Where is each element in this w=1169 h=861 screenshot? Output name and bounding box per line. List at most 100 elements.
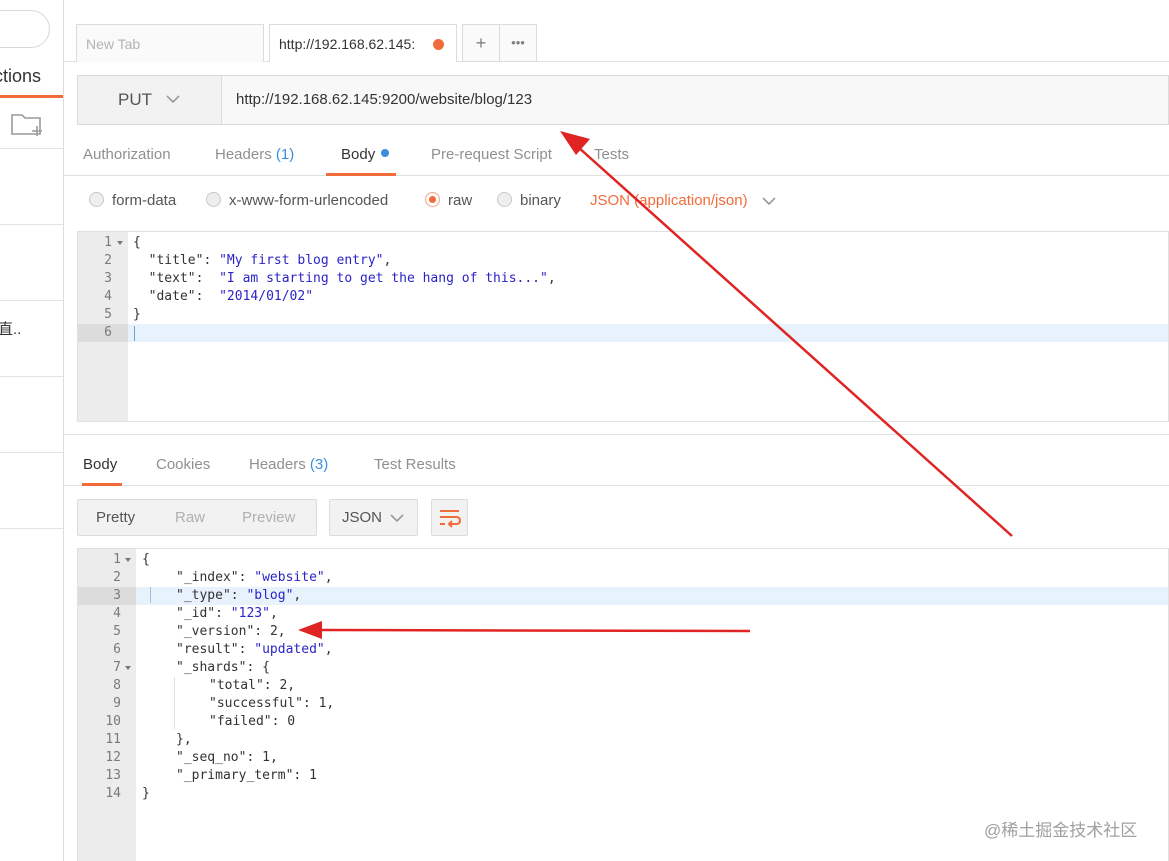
line-number: 6: [113, 642, 121, 657]
tab-pre-request-script[interactable]: Pre-request Script: [431, 146, 552, 163]
tab-body[interactable]: Body: [341, 146, 390, 163]
active-tab-underline: [326, 173, 396, 176]
method-select[interactable]: PUT: [78, 76, 222, 124]
code-line: }: [142, 786, 150, 801]
content-type-select[interactable]: JSON (application/json): [590, 192, 748, 209]
code-line: "_primary_term": 1: [176, 768, 317, 783]
view-preview-button[interactable]: Preview: [242, 509, 295, 526]
tab-response-headers[interactable]: Headers (3): [249, 456, 328, 473]
radio-urlencoded[interactable]: x-www-form-urlencoded: [206, 192, 388, 209]
radio-label: form-data: [112, 192, 177, 209]
body-indicator-dot-icon: [381, 149, 390, 157]
fold-arrow-icon[interactable]: [117, 241, 123, 245]
line-number: 1: [104, 235, 112, 250]
chevron-down-icon[interactable]: [762, 194, 776, 208]
radio-binary[interactable]: binary: [497, 192, 561, 209]
radio-circle-icon: [206, 192, 221, 207]
more-tabs-button[interactable]: •••: [499, 24, 537, 62]
chevron-down-icon: [390, 514, 404, 523]
code-line: "title": "My first blog entry",: [133, 253, 392, 268]
tab-body-label: Body: [341, 146, 376, 163]
view-raw-button[interactable]: Raw: [175, 509, 205, 526]
sidebar-divider: [0, 148, 63, 149]
line-number: 10: [105, 714, 121, 729]
code-line: {: [142, 552, 150, 567]
tab-headers-label: Headers: [215, 146, 272, 163]
code-line: }: [133, 307, 141, 322]
url-input[interactable]: http://192.168.62.145:9200/website/blog/…: [236, 91, 532, 108]
line-number: 2: [104, 253, 112, 268]
line-number: 5: [113, 624, 121, 639]
line-number: 11: [105, 732, 121, 747]
sidebar-divider: [0, 300, 63, 301]
code-line: "result": "updated",: [176, 642, 333, 657]
line-number: 13: [105, 768, 121, 783]
tab-test-results[interactable]: Test Results: [374, 456, 456, 473]
tab-label: http://192.168.62.145:: [279, 36, 416, 52]
response-body-viewer[interactable]: 1 2 3 4 5 6 7 8 9 10 11 12 13 14 { "_ind…: [77, 548, 1169, 861]
code-line: "_type": "blog",: [176, 588, 302, 603]
response-format-select[interactable]: JSON: [329, 499, 418, 536]
watermark: @稀土掘金技术社区: [984, 821, 1138, 840]
line-number: 12: [105, 750, 121, 765]
format-label: JSON: [342, 509, 383, 526]
response-tabs: Body Cookies Headers (3) Test Results: [64, 450, 1169, 486]
tab-response-cookies[interactable]: Cookies: [156, 456, 210, 473]
sidebar-search-input[interactable]: [0, 10, 50, 48]
body-type-options: form-data x-www-form-urlencoded raw bina…: [64, 188, 1169, 218]
radio-form-data[interactable]: form-data: [89, 192, 176, 209]
indent-guide: [150, 587, 151, 603]
radio-raw[interactable]: raw: [425, 192, 472, 209]
code-line: "_seq_no": 1,: [176, 750, 278, 765]
line-number: 7: [113, 660, 121, 675]
sidebar-title-underline: [0, 95, 63, 98]
wrap-lines-icon: [440, 510, 462, 528]
radio-label: binary: [520, 192, 561, 209]
code-line: {: [133, 235, 141, 250]
code-line: "_id": "123",: [176, 606, 278, 621]
sidebar-divider: [0, 528, 63, 529]
line-number: 1: [113, 552, 121, 567]
sidebar-divider: [0, 224, 63, 225]
view-pretty-button[interactable]: Pretty: [96, 509, 135, 526]
tab-active-request[interactable]: http://192.168.62.145:: [269, 24, 457, 62]
line-number: 14: [105, 786, 121, 801]
tab-response-body[interactable]: Body: [83, 456, 117, 473]
text-cursor: [134, 326, 135, 341]
request-body-editor[interactable]: 1 2 3 4 5 6 { "title": "My first blog en…: [77, 231, 1169, 422]
indent-guide: [174, 677, 175, 729]
radio-circle-icon: [89, 192, 104, 207]
request-tabs: Authorization Headers (1) Body Pre-reque…: [64, 140, 1169, 176]
radio-circle-icon: [497, 192, 512, 207]
radio-label: raw: [448, 192, 473, 209]
active-line-highlight: [128, 324, 1168, 342]
tab-new-tab[interactable]: New Tab: [76, 24, 264, 62]
line-number: 5: [104, 307, 112, 322]
sidebar-divider: [0, 452, 63, 453]
code-line: "_index": "website",: [176, 570, 333, 585]
new-folder-icon[interactable]: [10, 110, 44, 138]
tab-headers-count: (3): [309, 456, 329, 473]
sidebar-item-text[interactable]: 直..: [0, 318, 21, 339]
line-number: 3: [113, 588, 121, 603]
fold-arrow-icon[interactable]: [125, 666, 131, 670]
request-tab-bar: New Tab http://192.168.62.145: + •••: [64, 0, 1169, 62]
wrap-lines-button[interactable]: [431, 499, 468, 536]
chevron-down-icon: [166, 95, 180, 104]
code-line: },: [176, 732, 192, 747]
sidebar-collections-title[interactable]: ctions: [0, 66, 41, 87]
sidebar: ctions 直..: [0, 0, 64, 861]
radio-label: x-www-form-urlencoded: [229, 192, 389, 209]
line-number: 4: [104, 289, 112, 304]
response-separator: [64, 434, 1169, 435]
tab-tests[interactable]: Tests: [594, 146, 629, 163]
line-number: 6: [104, 325, 112, 340]
tab-authorization[interactable]: Authorization: [83, 146, 171, 163]
line-number: 3: [104, 271, 112, 286]
add-tab-button[interactable]: +: [462, 24, 500, 62]
tab-headers[interactable]: Headers (1): [215, 146, 294, 163]
tab-headers-label: Headers: [249, 456, 306, 473]
unsaved-dot-icon: [433, 39, 444, 50]
line-number: 9: [113, 696, 121, 711]
fold-arrow-icon[interactable]: [125, 558, 131, 562]
